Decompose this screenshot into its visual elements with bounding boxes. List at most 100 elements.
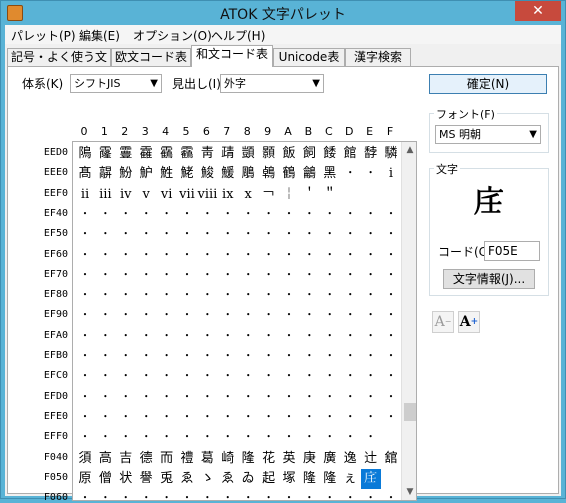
confirm-button[interactable]: 確定(N)	[429, 74, 547, 94]
char-cell[interactable]: ･	[197, 225, 217, 245]
char-cell[interactable]: ･	[381, 367, 401, 387]
char-cell[interactable]: ･	[157, 367, 177, 387]
char-cell[interactable]: ･	[116, 428, 136, 448]
char-cell[interactable]: ･	[259, 347, 279, 367]
char-cell[interactable]: ･	[259, 428, 279, 448]
char-cell[interactable]: ･	[340, 225, 360, 245]
char-cell[interactable]: ･	[177, 286, 197, 306]
char-cell[interactable]: ･	[320, 388, 340, 408]
char-cell[interactable]: ･	[279, 347, 299, 367]
char-cell[interactable]: ･	[95, 266, 115, 286]
char-cell[interactable]: ･	[75, 489, 95, 500]
char-cell[interactable]: ･	[157, 347, 177, 367]
char-cell[interactable]: ･	[381, 327, 401, 347]
char-cell[interactable]: 舘	[381, 449, 401, 469]
char-cell[interactable]: ･	[157, 408, 177, 428]
char-cell[interactable]: 霻	[116, 144, 136, 164]
char-cell[interactable]: ･	[136, 408, 156, 428]
title-bar[interactable]: ATOK 文字パレット ✕	[1, 1, 565, 25]
char-cell[interactable]: ･	[116, 327, 136, 347]
char-cell[interactable]: ⅷ	[197, 185, 217, 205]
char-cell[interactable]: ･	[238, 266, 258, 286]
char-cell[interactable]: ･	[218, 388, 238, 408]
char-cell[interactable]: 鮏	[157, 164, 177, 184]
char-cell[interactable]: ･	[218, 225, 238, 245]
char-cell[interactable]: ･	[238, 388, 258, 408]
char-cell[interactable]: ･	[177, 205, 197, 225]
char-cell[interactable]: ･	[340, 286, 360, 306]
tab-japanese-code[interactable]: 和文コード表	[191, 45, 273, 67]
char-cell[interactable]: ･	[75, 286, 95, 306]
char-cell[interactable]: ･	[299, 246, 319, 266]
char-cell[interactable]: ･	[340, 489, 360, 500]
char-cell[interactable]: 英	[279, 449, 299, 469]
char-cell[interactable]: ￢	[259, 185, 279, 205]
char-cell[interactable]: ･	[218, 266, 238, 286]
tab-unicode[interactable]: Unicode表	[273, 48, 345, 67]
char-cell[interactable]: ⅸ	[218, 185, 238, 205]
char-cell[interactable]: ･	[177, 489, 197, 500]
char-cell[interactable]: ･	[197, 428, 217, 448]
char-cell[interactable]: ･	[259, 388, 279, 408]
scroll-thumb[interactable]	[404, 403, 416, 421]
char-cell[interactable]: ･	[238, 286, 258, 306]
char-cell[interactable]: ･	[177, 327, 197, 347]
char-cell[interactable]: ･	[95, 408, 115, 428]
char-cell[interactable]: 靃	[136, 144, 156, 164]
char-cell[interactable]: ･	[361, 428, 381, 448]
char-cell[interactable]: ･	[95, 367, 115, 387]
char-cell[interactable]: ･	[340, 408, 360, 428]
char-cell[interactable]: ⅳ	[116, 185, 136, 205]
char-cell[interactable]: ･	[381, 388, 401, 408]
char-cell[interactable]: ･	[320, 347, 340, 367]
char-cell[interactable]: ･	[75, 408, 95, 428]
char-cell[interactable]: 原	[75, 469, 95, 489]
char-cell[interactable]: ･	[75, 225, 95, 245]
char-cell[interactable]: ･	[279, 388, 299, 408]
char-cell[interactable]: ･	[95, 286, 115, 306]
char-cell[interactable]: ･	[259, 205, 279, 225]
char-cell[interactable]: ･	[177, 428, 197, 448]
char-cell[interactable]: 隆	[299, 469, 319, 489]
char-cell[interactable]: ･	[340, 306, 360, 326]
char-cell[interactable]: 靏	[177, 144, 197, 164]
char-cell[interactable]: ･	[218, 408, 238, 428]
char-cell[interactable]: ･	[381, 408, 401, 428]
char-info-button[interactable]: 文字情報(J)...	[443, 269, 535, 289]
char-cell[interactable]: ･	[136, 347, 156, 367]
char-cell[interactable]: ･	[218, 489, 238, 500]
char-cell[interactable]: ･	[259, 489, 279, 500]
char-cell[interactable]: 廣	[320, 449, 340, 469]
char-cell[interactable]: ･	[361, 408, 381, 428]
char-cell[interactable]: ･	[361, 388, 381, 408]
char-cell[interactable]: ･	[157, 266, 177, 286]
char-cell[interactable]: ･	[177, 225, 197, 245]
char-cell[interactable]: ⅶ	[177, 185, 197, 205]
char-cell[interactable]: 高	[95, 449, 115, 469]
char-cell[interactable]: ･	[259, 246, 279, 266]
char-cell[interactable]: ･	[157, 428, 177, 448]
char-cell[interactable]: ･	[95, 327, 115, 347]
char-cell[interactable]: ･	[381, 205, 401, 225]
char-cell[interactable]: 館	[340, 144, 360, 164]
char-cell[interactable]: 辻	[361, 449, 381, 469]
char-cell[interactable]: 鵫	[259, 164, 279, 184]
char-cell[interactable]: ･	[95, 388, 115, 408]
char-cell[interactable]: ･	[218, 327, 238, 347]
char-cell[interactable]: ･	[136, 246, 156, 266]
char-cell[interactable]: ･	[381, 266, 401, 286]
scroll-up-icon[interactable]: ▲	[402, 142, 416, 158]
char-cell[interactable]: ･	[299, 489, 319, 500]
char-cell[interactable]: ･	[197, 266, 217, 286]
char-cell[interactable]: ＂	[320, 185, 340, 205]
char-cell[interactable]: ･	[136, 266, 156, 286]
char-cell[interactable]: ･	[279, 428, 299, 448]
char-cell[interactable]: ･	[157, 388, 177, 408]
char-cell[interactable]: 鸙	[299, 164, 319, 184]
char-cell[interactable]: ･	[136, 489, 156, 500]
char-cell[interactable]: 鮱	[177, 164, 197, 184]
char-cell[interactable]: ･	[299, 286, 319, 306]
char-cell[interactable]: ･	[340, 164, 360, 184]
char-cell[interactable]: ･	[136, 306, 156, 326]
char-cell[interactable]: ･	[340, 246, 360, 266]
